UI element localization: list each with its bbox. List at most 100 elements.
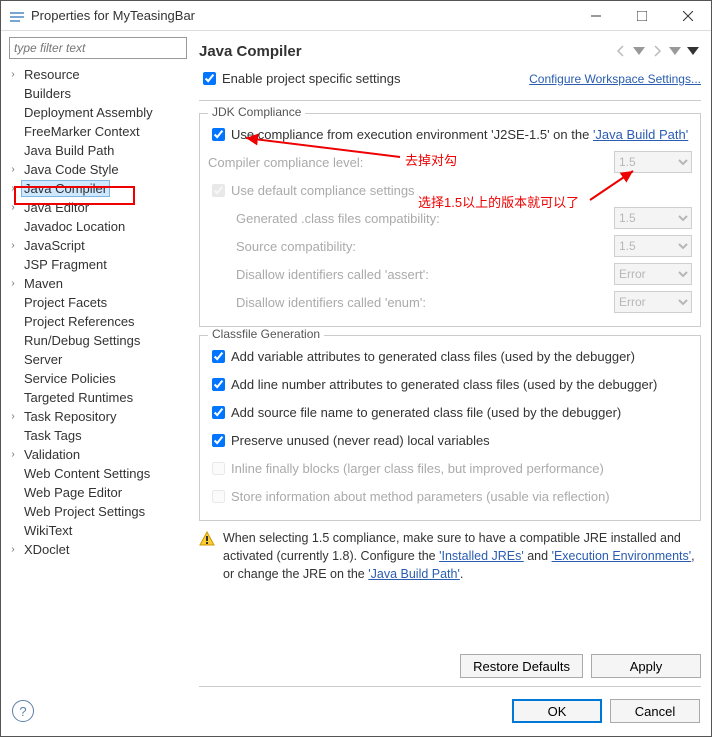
sidebar-item-label: Service Policies xyxy=(21,371,119,386)
nav-fwd-icon xyxy=(649,43,665,59)
line-num-label: Add line number attributes to generated … xyxy=(231,377,692,392)
sidebar-item-label: Javadoc Location xyxy=(21,219,128,234)
sidebar-item-label: Run/Debug Settings xyxy=(21,333,143,348)
sidebar-item-resource[interactable]: ›Resource xyxy=(5,65,193,84)
sidebar-item-wikitext[interactable]: WikiText xyxy=(5,521,193,540)
window-title: Properties for MyTeasingBar xyxy=(31,8,573,23)
cancel-button[interactable]: Cancel xyxy=(610,699,700,723)
dropdown-icon xyxy=(667,43,683,59)
inline-label: Inline finally blocks (larger class file… xyxy=(231,461,692,476)
sidebar-item-label: Project Facets xyxy=(21,295,110,310)
sidebar-item-label: Java Compiler xyxy=(21,180,110,197)
filter-input[interactable] xyxy=(9,37,187,59)
sidebar-item-label: Resource xyxy=(21,67,83,82)
gen-class-select: 1.5 xyxy=(614,207,692,229)
enable-project-specific-label: Enable project specific settings xyxy=(222,71,400,86)
configure-workspace-link[interactable]: Configure Workspace Settings... xyxy=(529,72,701,86)
page-title: Java Compiler xyxy=(199,43,613,60)
line-num-checkbox[interactable] xyxy=(212,378,225,391)
expand-icon[interactable]: › xyxy=(5,240,21,251)
dropdown-icon xyxy=(631,43,647,59)
expand-icon[interactable]: › xyxy=(5,544,21,555)
sidebar-item-label: Builders xyxy=(21,86,74,101)
sidebar-item-jsp-fragment[interactable]: JSP Fragment xyxy=(5,255,193,274)
exec-env-link[interactable]: 'Execution Environments' xyxy=(552,549,692,563)
sidebar-item-javascript[interactable]: ›JavaScript xyxy=(5,236,193,255)
maximize-button[interactable] xyxy=(619,1,665,31)
sidebar-item-java-code-style[interactable]: ›Java Code Style xyxy=(5,160,193,179)
sidebar-item-label: JSP Fragment xyxy=(21,257,110,272)
sidebar-item-xdoclet[interactable]: ›XDoclet xyxy=(5,540,193,559)
sidebar-item-javadoc-location[interactable]: Javadoc Location xyxy=(5,217,193,236)
sidebar-item-label: WikiText xyxy=(21,523,75,538)
sidebar-item-label: Task Tags xyxy=(21,428,85,443)
sidebar-item-builders[interactable]: Builders xyxy=(5,84,193,103)
sidebar-item-targeted-runtimes[interactable]: Targeted Runtimes xyxy=(5,388,193,407)
use-compliance-checkbox[interactable] xyxy=(212,128,225,141)
ok-button[interactable]: OK xyxy=(512,699,602,723)
sidebar-item-java-editor[interactable]: ›Java Editor xyxy=(5,198,193,217)
sidebar: ›ResourceBuildersDeployment AssemblyFree… xyxy=(1,31,193,691)
expand-icon[interactable]: › xyxy=(5,183,21,194)
apply-button[interactable]: Apply xyxy=(591,654,701,678)
properties-icon xyxy=(9,8,25,24)
sidebar-item-freemarker-context[interactable]: FreeMarker Context xyxy=(5,122,193,141)
expand-icon[interactable]: › xyxy=(5,69,21,80)
classfile-group: Classfile Generation Add variable attrib… xyxy=(199,335,701,521)
jdk-compliance-group: JDK Compliance Use compliance from execu… xyxy=(199,113,701,327)
java-build-path-link[interactable]: 'Java Build Path' xyxy=(593,127,688,142)
installed-jres-link[interactable]: 'Installed JREs' xyxy=(439,549,524,563)
sidebar-item-web-project-settings[interactable]: Web Project Settings xyxy=(5,502,193,521)
sidebar-item-label: Task Repository xyxy=(21,409,119,424)
disallow-enum-label: Disallow identifiers called 'enum': xyxy=(236,295,614,310)
sidebar-item-task-repository[interactable]: ›Task Repository xyxy=(5,407,193,426)
disallow-assert-select: Error xyxy=(614,263,692,285)
inline-checkbox xyxy=(212,462,225,475)
expand-icon[interactable]: › xyxy=(5,449,21,460)
sidebar-item-project-facets[interactable]: Project Facets xyxy=(5,293,193,312)
gen-class-label: Generated .class files compatibility: xyxy=(236,211,614,226)
classfile-title: Classfile Generation xyxy=(208,327,324,341)
nav-icons[interactable] xyxy=(613,43,701,59)
sidebar-item-web-page-editor[interactable]: Web Page Editor xyxy=(5,483,193,502)
help-button[interactable]: ? xyxy=(12,700,34,722)
preserve-label: Preserve unused (never read) local varia… xyxy=(231,433,692,448)
expand-icon[interactable]: › xyxy=(5,164,21,175)
sidebar-item-label: Web Content Settings xyxy=(21,466,153,481)
sidebar-item-project-references[interactable]: Project References xyxy=(5,312,193,331)
sidebar-item-web-content-settings[interactable]: Web Content Settings xyxy=(5,464,193,483)
sidebar-item-label: FreeMarker Context xyxy=(21,124,143,139)
compiler-level-select[interactable]: 1.5 xyxy=(614,151,692,173)
sidebar-item-java-build-path[interactable]: Java Build Path xyxy=(5,141,193,160)
compiler-level-label: Compiler compliance level: xyxy=(208,155,614,170)
store-param-label: Store information about method parameter… xyxy=(231,489,692,504)
sidebar-item-deployment-assembly[interactable]: Deployment Assembly xyxy=(5,103,193,122)
nav-back-icon xyxy=(613,43,629,59)
expand-icon[interactable]: › xyxy=(5,202,21,213)
sidebar-item-task-tags[interactable]: Task Tags xyxy=(5,426,193,445)
source-compat-label: Source compatibility: xyxy=(236,239,614,254)
store-param-checkbox xyxy=(212,490,225,503)
restore-defaults-button[interactable]: Restore Defaults xyxy=(460,654,583,678)
main-panel: Java Compiler Enable project specific se… xyxy=(193,31,711,691)
sidebar-item-label: Deployment Assembly xyxy=(21,105,156,120)
sidebar-item-server[interactable]: Server xyxy=(5,350,193,369)
sidebar-item-service-policies[interactable]: Service Policies xyxy=(5,369,193,388)
var-attr-checkbox[interactable] xyxy=(212,350,225,363)
var-attr-label: Add variable attributes to generated cla… xyxy=(231,349,692,364)
sidebar-item-label: Web Page Editor xyxy=(21,485,125,500)
preserve-checkbox[interactable] xyxy=(212,434,225,447)
sidebar-item-validation[interactable]: ›Validation xyxy=(5,445,193,464)
sidebar-item-maven[interactable]: ›Maven xyxy=(5,274,193,293)
disallow-enum-select: Error xyxy=(614,291,692,313)
close-button[interactable] xyxy=(665,1,711,31)
minimize-button[interactable] xyxy=(573,1,619,31)
src-name-checkbox[interactable] xyxy=(212,406,225,419)
expand-icon[interactable]: › xyxy=(5,278,21,289)
src-name-label: Add source file name to generated class … xyxy=(231,405,692,420)
expand-icon[interactable]: › xyxy=(5,411,21,422)
enable-project-specific-checkbox[interactable] xyxy=(203,72,216,85)
sidebar-item-run-debug-settings[interactable]: Run/Debug Settings xyxy=(5,331,193,350)
sidebar-item-java-compiler[interactable]: ›Java Compiler xyxy=(5,179,193,198)
java-build-path-link-2[interactable]: 'Java Build Path' xyxy=(368,567,460,581)
